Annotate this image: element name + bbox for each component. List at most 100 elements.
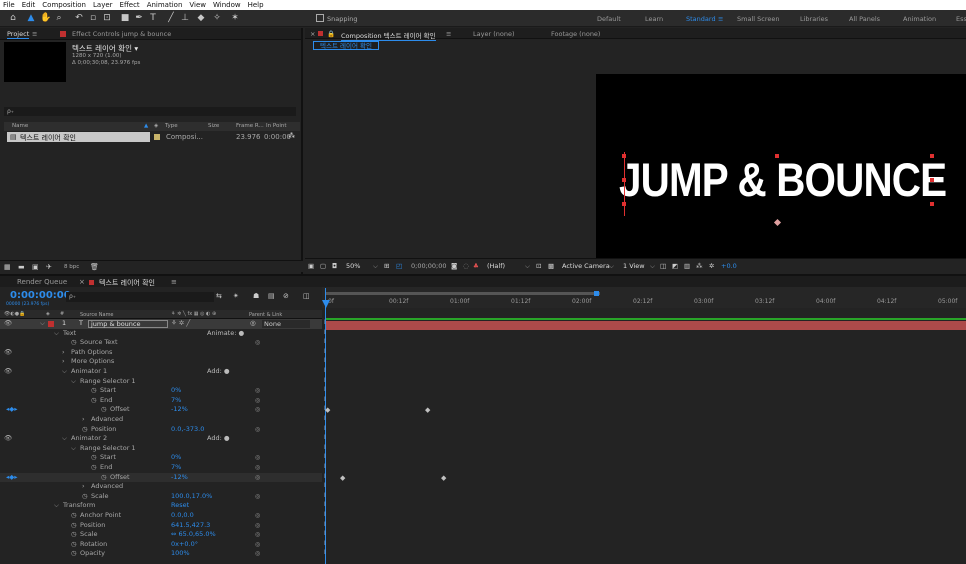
close-timeline-icon[interactable]: ×	[79, 278, 85, 286]
property-row[interactable]: ◂◆▸ ◷ Offset -12% ◎	[0, 472, 322, 483]
expression-pickwhip-icon[interactable]: ◎	[255, 473, 260, 483]
property-row[interactable]: ◷ Scale 100.0,17.0% ◎	[0, 492, 322, 502]
work-area-end-handle[interactable]	[594, 291, 599, 296]
expression-pickwhip-icon[interactable]: ◎	[255, 540, 260, 550]
expression-pickwhip-icon[interactable]: ◎	[255, 549, 260, 559]
layer-label-color[interactable]	[48, 321, 54, 327]
viewer-timecode[interactable]: 0;00;00;00	[411, 262, 447, 270]
av-features-icons[interactable]: 👁◐●🔒	[4, 311, 25, 317]
col-in-point[interactable]: In Point	[266, 123, 287, 129]
property-value[interactable]: 7%	[171, 463, 181, 473]
item-name[interactable]: 텍스트 레이어 확인	[20, 133, 76, 143]
menu-animation[interactable]: Animation	[147, 1, 183, 9]
menu-layer[interactable]: Layer	[93, 1, 113, 9]
expand-icon[interactable]: ⌵	[71, 444, 76, 454]
property-row[interactable]: ◷ Position 0.0,-373.0 ◎	[0, 425, 322, 435]
workspace-libraries[interactable]: Libraries	[800, 15, 828, 23]
menu-help[interactable]: Help	[248, 1, 264, 9]
comp-flowchart-icon[interactable]: ⇆	[216, 292, 222, 300]
add-animator-button[interactable]: Add: ●	[207, 367, 230, 377]
expression-pickwhip-icon[interactable]: ◎	[255, 396, 260, 406]
interpret-footage-icon[interactable]: ▦	[4, 263, 11, 271]
stopwatch-icon[interactable]: ◷	[71, 338, 77, 348]
keyframe-marker[interactable]: ◆	[441, 474, 446, 482]
property-row[interactable]: › Advanced	[0, 415, 322, 425]
graph-editor-icon[interactable]: ◫	[303, 292, 310, 300]
property-row[interactable]: ◂◆▸ ◷ Offset -12% ◎	[0, 405, 322, 415]
number-column-icon[interactable]: #	[60, 311, 64, 317]
time-ruler[interactable]: 0f 00:12f 01:00f 01:12f 02:00f 02:12f 03:00f 03…	[322, 287, 966, 308]
stopwatch-icon[interactable]: ◷	[71, 549, 77, 559]
fast-previews-icon[interactable]: ◩	[672, 262, 678, 270]
property-row[interactable]: 👁 ⌵ Animator 1 Add: ●	[0, 367, 322, 377]
layer-tab[interactable]: Layer (none)	[473, 30, 514, 38]
footage-tab[interactable]: Footage (none)	[551, 30, 600, 38]
property-value[interactable]: 100.0,17.0%	[171, 492, 212, 502]
source-name-header[interactable]: Source Name	[80, 312, 114, 318]
stopwatch-icon[interactable]: ◷	[71, 521, 77, 531]
workspace-all-panels[interactable]: All Panels	[849, 15, 880, 23]
camera-tool-icon[interactable]: ▫	[88, 13, 98, 23]
view-chevron-icon[interactable]: ⌵	[650, 262, 655, 271]
workspace-menu-icon[interactable]: ≡	[718, 15, 723, 23]
expand-icon[interactable]: ⌵	[54, 329, 59, 339]
property-row[interactable]: ⌵ Transform Reset	[0, 501, 322, 511]
stopwatch-icon[interactable]: ◷	[101, 473, 107, 483]
expand-icon[interactable]: ⌵	[62, 434, 67, 444]
timeline-link-icon[interactable]: ▥	[684, 262, 690, 270]
current-time[interactable]: 0:00:00:00	[10, 290, 71, 301]
expand-icon[interactable]: ›	[62, 348, 65, 358]
zoom-tool-icon[interactable]: ⌕	[54, 13, 64, 23]
channel-icon[interactable]: ♣	[473, 262, 479, 270]
view-layout-select[interactable]: 1 View	[623, 262, 645, 270]
render-queue-tab[interactable]: Render Queue	[17, 278, 67, 286]
pickwhip-icon[interactable]: ◎	[250, 319, 256, 329]
property-value[interactable]: 0x+0.0°	[171, 540, 198, 550]
property-row[interactable]: ⌵ Range Selector 1	[0, 444, 322, 454]
property-row[interactable]: ◷ Opacity 100% ◎	[0, 549, 322, 559]
label-column-icon[interactable]: ◈	[46, 311, 50, 317]
flowchart-view-icon[interactable]: ⁂	[696, 262, 703, 270]
lock-icon[interactable]: 🔒	[327, 30, 335, 38]
pan-behind-tool-icon[interactable]: ⊡	[102, 13, 112, 23]
expression-pickwhip-icon[interactable]: ◎	[255, 386, 260, 396]
expression-pickwhip-icon[interactable]: ◎	[255, 453, 260, 463]
expand-icon[interactable]: ›	[82, 415, 85, 425]
property-row[interactable]: › More Options	[0, 357, 322, 367]
keyframe-area[interactable]	[322, 319, 966, 564]
bbox-handle-mr[interactable]	[930, 178, 934, 182]
bbox-handle-br[interactable]	[930, 202, 934, 206]
fit-icon[interactable]: ⊞	[384, 262, 389, 270]
layer-switches[interactable]: ⚘ ✲ ╱	[171, 319, 190, 329]
property-row[interactable]: 👁 ⌵ Animator 2 Add: ●	[0, 434, 322, 444]
exposure-value[interactable]: +0.0	[721, 262, 737, 270]
expression-pickwhip-icon[interactable]: ◎	[255, 338, 260, 348]
comp-viewer-canvas[interactable]: JUMP & BOUNCE	[596, 74, 966, 258]
add-animator-button[interactable]: Animate: ●	[207, 329, 244, 339]
close-viewer-icon[interactable]: ×	[310, 30, 315, 38]
project-item-row[interactable]: ▤ 텍스트 레이어 확인 Composi... 23.976 0:00:00 ⁂	[4, 132, 300, 142]
col-frame-rate[interactable]: Frame R...	[236, 123, 264, 129]
label-color-icon[interactable]	[154, 134, 160, 140]
hand-tool-icon[interactable]: ✋	[40, 13, 51, 23]
vr-icon[interactable]: ◘	[332, 262, 337, 270]
menu-view[interactable]: View	[189, 1, 206, 9]
expression-pickwhip-icon[interactable]: ◎	[255, 521, 260, 531]
zoom-chevron-icon[interactable]: ⌵	[373, 262, 378, 271]
workspace-animation[interactable]: Animation	[903, 15, 936, 23]
eye-icon[interactable]: 👁	[4, 348, 12, 358]
expand-icon[interactable]: ›	[82, 482, 85, 492]
workspace-ess[interactable]: Ess	[956, 15, 966, 23]
camera-chevron-icon[interactable]: ⌵	[609, 262, 614, 271]
property-value[interactable]: 0.0,0.0	[171, 511, 194, 521]
show-snapshot-icon[interactable]: ◌	[463, 262, 469, 270]
property-value[interactable]: ⇔ 65.0,65.0%	[171, 530, 216, 540]
composition-tab[interactable]: Composition 텍스트 레이어 확인	[341, 30, 436, 41]
expression-pickwhip-icon[interactable]: ◎	[255, 463, 260, 473]
menu-edit[interactable]: Edit	[22, 1, 36, 9]
tag-icon[interactable]: ◈	[154, 123, 158, 129]
property-row[interactable]: › Advanced	[0, 482, 322, 492]
col-type[interactable]: Type	[165, 123, 178, 129]
layer-name[interactable]: jump & bounce	[88, 320, 168, 328]
stopwatch-icon[interactable]: ◷	[91, 396, 97, 406]
